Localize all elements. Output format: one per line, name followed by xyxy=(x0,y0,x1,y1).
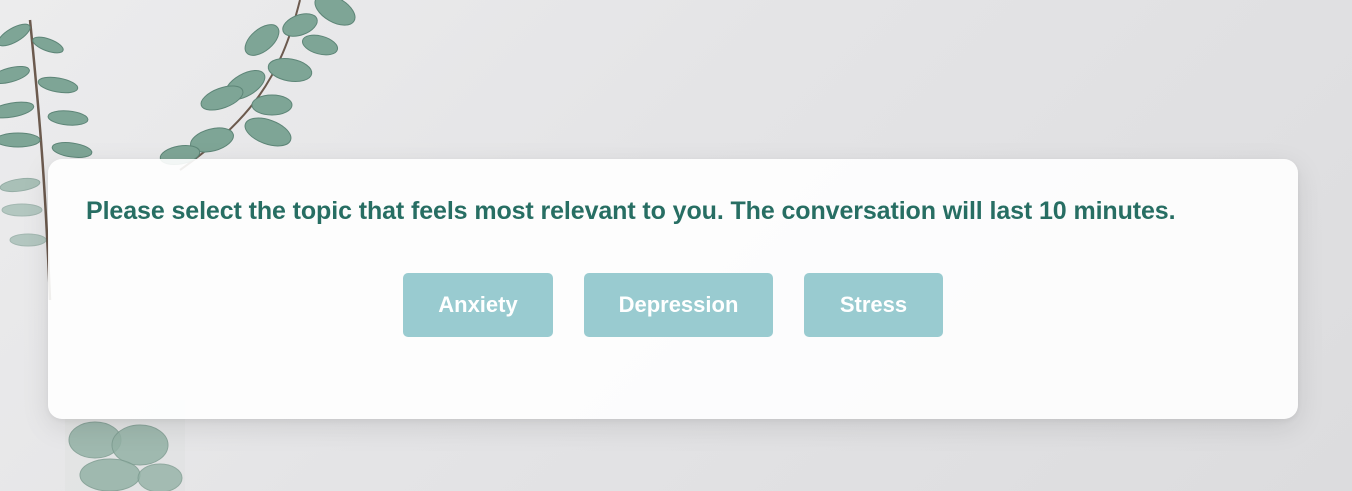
topic-depression-button[interactable]: Depression xyxy=(584,273,773,337)
topic-selection-card: Please select the topic that feels most … xyxy=(48,159,1298,419)
topic-anxiety-button[interactable]: Anxiety xyxy=(403,273,553,337)
topic-stress-button[interactable]: Stress xyxy=(804,273,943,337)
topic-prompt-heading: Please select the topic that feels most … xyxy=(86,197,1176,225)
